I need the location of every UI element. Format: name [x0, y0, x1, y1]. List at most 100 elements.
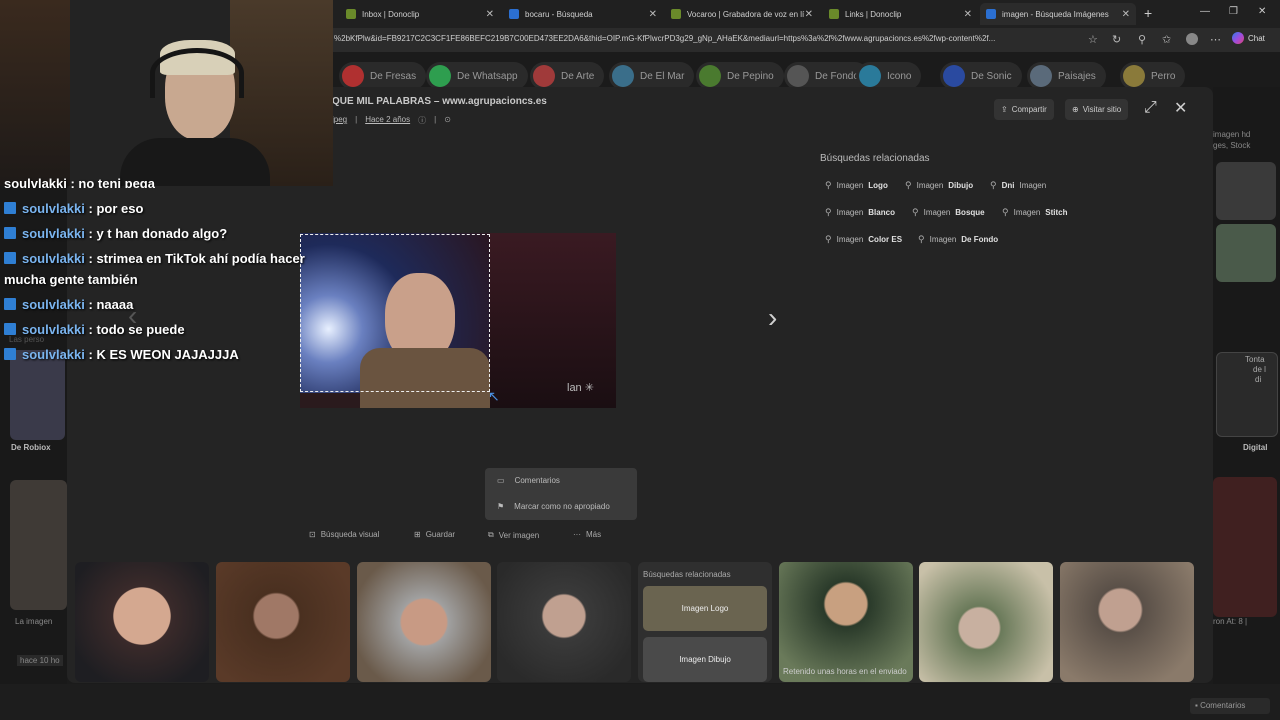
result-thumbnail[interactable]: [10, 480, 67, 610]
tab-links-donoclip[interactable]: Links | Donoclip ✕: [823, 3, 978, 25]
favorite-star-icon[interactable]: ☆: [1088, 33, 1098, 46]
chat-username: soulvlakki: [22, 322, 85, 337]
favorites-icon[interactable]: ✩: [1162, 33, 1171, 46]
info-icon[interactable]: ⓘ: [418, 115, 426, 126]
image-age[interactable]: Hace 2 años: [365, 115, 410, 126]
search-icon: [986, 9, 996, 19]
related-card-dibujo[interactable]: Imagen Dibujo: [643, 637, 767, 682]
result-caption: La imagen: [15, 617, 53, 626]
visual-search-button[interactable]: ⊡ Búsqueda visual: [309, 530, 379, 539]
tab-vocaroo[interactable]: Vocaroo | Grabadora de voz en lí ✕: [665, 3, 819, 25]
badge-icon: [4, 202, 16, 214]
tab-bocaru-search[interactable]: bocaru - Búsqueda ✕: [503, 3, 663, 25]
similar-image-thumbnail[interactable]: [497, 562, 631, 682]
image-dark-area: [490, 233, 616, 408]
tab-label: Vocaroo | Grabadora de voz en lí: [687, 9, 805, 19]
chip-de-whatsapp[interactable]: De Whatsapp: [426, 62, 528, 90]
chip-thumbnail: [429, 65, 451, 87]
chip-de-arte[interactable]: De Arte: [530, 62, 605, 90]
report-menu-item[interactable]: ⚑ Marcar como no apropiado: [497, 502, 610, 511]
similar-image-thumbnail[interactable]: [357, 562, 491, 682]
result-thumbnail[interactable]: [1216, 162, 1276, 220]
chip-de-sonic[interactable]: De Sonic: [940, 62, 1022, 90]
related-search-item[interactable]: ⚲ Imagen Dibujo: [905, 180, 973, 191]
related-search-item[interactable]: ⚲ Imagen Stitch: [1002, 207, 1068, 218]
thumbnail-caption: Retenido unas horas en el enviado: [783, 667, 907, 676]
chip-perro[interactable]: Perro: [1120, 62, 1186, 90]
copilot-chat-button[interactable]: Chat: [1232, 32, 1265, 44]
tab-imagen-search[interactable]: imagen - Búsqueda Imágenes ✕: [980, 3, 1136, 25]
related-search-item[interactable]: ⚲ Imagen Blanco: [825, 207, 895, 218]
result-age: hace 10 ho: [17, 655, 63, 666]
close-icon[interactable]: ✕: [1174, 98, 1187, 118]
similar-image-thumbnail[interactable]: [1060, 562, 1194, 682]
tab-label: bocaru - Búsqueda: [525, 9, 593, 19]
feedback-label: Comentarios: [1200, 701, 1246, 710]
related-search-item[interactable]: ⚲ Imagen Color ES: [825, 234, 902, 245]
share-button[interactable]: ⇪ Compartir: [994, 99, 1054, 120]
result-thumbnail[interactable]: [10, 350, 65, 440]
more-info-icon[interactable]: ⊙: [444, 115, 451, 126]
close-icon[interactable]: ✕: [649, 9, 657, 20]
more-button[interactable]: ··· Más: [573, 530, 601, 539]
chip-de-el-mar[interactable]: De El Mar: [609, 62, 695, 90]
refresh-icon[interactable]: ↻: [1112, 33, 1121, 46]
image-title[interactable]: QUE MIL PALABRAS – www.agrupacioncs.es: [332, 96, 547, 107]
tab-inbox-donoclip[interactable]: Inbox | Donoclip ✕: [340, 3, 500, 25]
profile-avatar[interactable]: [1186, 33, 1198, 45]
comments-menu-item[interactable]: ▭ Comentarios: [497, 476, 560, 485]
chip-icono[interactable]: Icono: [856, 62, 922, 90]
visit-site-button[interactable]: ⊕ Visitar sitio: [1065, 99, 1129, 120]
expand-icon[interactable]: ⤢: [1144, 99, 1157, 117]
chip-label: De Arte: [561, 70, 595, 82]
chip-de-pepino[interactable]: De Pepino: [696, 62, 784, 90]
related-search-item[interactable]: ⚲ Imagen Bosque: [912, 207, 985, 218]
related-search-item[interactable]: ⚲ Imagen Logo: [825, 180, 888, 191]
related-searches-title: Búsquedas relacionadas: [820, 153, 930, 164]
view-image-button[interactable]: ⧉ Ver imagen: [488, 530, 539, 540]
similar-image-thumbnail[interactable]: [919, 562, 1053, 682]
chip-label: De Fresas: [370, 70, 417, 82]
save-button[interactable]: ⊞ Guardar: [414, 530, 455, 539]
close-window-icon[interactable]: ✕: [1258, 6, 1266, 17]
chat-message: soulvlakki : strimea en TikTok ahí podía…: [4, 251, 305, 266]
similar-image-thumbnail[interactable]: [75, 562, 209, 682]
image-meta: jpeg | Hace 2 años ⓘ | ⊙: [332, 115, 451, 126]
result-thumbnail[interactable]: [1216, 224, 1276, 282]
related-card-logo[interactable]: Imagen Logo: [643, 586, 767, 631]
close-icon[interactable]: ✕: [964, 9, 972, 20]
related-prefix: Imagen: [1019, 181, 1047, 190]
chat-message: soulvlakki : K ES WEON JAJAJJJA: [4, 347, 239, 362]
chip-thumbnail: [699, 65, 721, 87]
webcam-overlay: [0, 0, 333, 186]
url-field[interactable]: %2bKfPlw&id=FB9217C2C3CF1FE86BEFC219B7C0…: [334, 34, 1079, 43]
close-icon[interactable]: ✕: [1122, 9, 1130, 20]
image-format[interactable]: jpeg: [332, 115, 347, 126]
related-search-item[interactable]: ⚲ Imagen De Fondo: [918, 234, 998, 245]
visit-label: Visitar sitio: [1082, 105, 1122, 114]
meta-separator: |: [434, 115, 437, 124]
chip-thumbnail: [859, 65, 881, 87]
extensions-icon[interactable]: ⚲: [1138, 33, 1146, 46]
similar-image-thumbnail[interactable]: [779, 562, 913, 682]
minimize-icon[interactable]: —: [1200, 6, 1210, 17]
selection-resize-handle[interactable]: ↖: [488, 388, 500, 405]
search-icon: ⚲: [990, 180, 997, 190]
feedback-button[interactable]: ▪ Comentarios: [1190, 698, 1270, 714]
menu-dots-icon[interactable]: ⋯: [1210, 33, 1221, 46]
result-thumbnail[interactable]: [1216, 352, 1278, 437]
chat-message: soulvlakki : naaaa: [4, 297, 133, 312]
next-image-arrow[interactable]: ›: [768, 302, 777, 334]
new-tab-button[interactable]: +: [1144, 5, 1152, 21]
restore-icon[interactable]: ❐: [1229, 6, 1238, 17]
visual-search-selection-box[interactable]: [300, 234, 490, 392]
search-icon: ⚲: [905, 180, 912, 190]
result-thumbnail[interactable]: [1213, 477, 1277, 617]
similar-image-thumbnail[interactable]: [216, 562, 350, 682]
chip-de-fresas[interactable]: De Fresas: [339, 62, 427, 90]
close-icon[interactable]: ✕: [486, 9, 494, 20]
close-icon[interactable]: ✕: [805, 9, 813, 20]
chip-paisajes[interactable]: Paisajes: [1027, 62, 1106, 90]
related-search-item[interactable]: ⚲ Dni Imagen: [990, 180, 1046, 191]
share-label: Compartir: [1011, 105, 1047, 114]
